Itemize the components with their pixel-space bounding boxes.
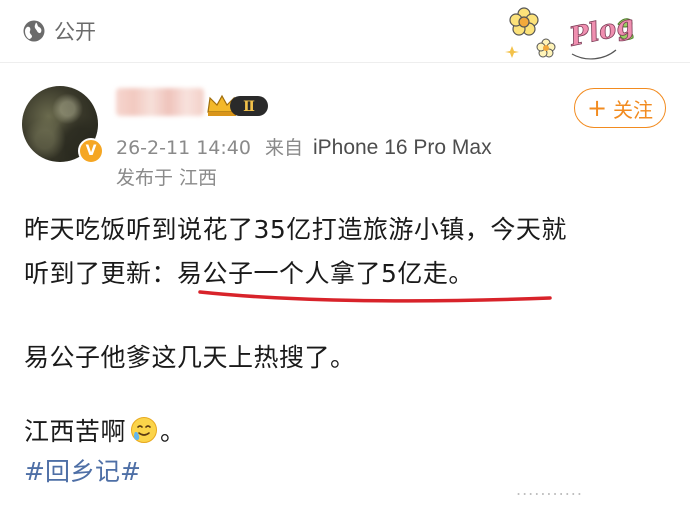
member-crown-badge: Ⅱ bbox=[207, 94, 268, 116]
red-underline-annotation bbox=[198, 290, 552, 303]
svg-text:Ⅱ: Ⅱ bbox=[243, 99, 255, 115]
watermark: ........... bbox=[516, 480, 583, 499]
post-meta: 26-2-11 14:40 来自 iPhone 16 Pro Max bbox=[116, 133, 492, 160]
visibility-indicator[interactable]: 公开 bbox=[22, 16, 96, 46]
hashtag-link[interactable]: #回乡记# bbox=[24, 452, 141, 488]
post-text-line-3: 易公子他爹这几天上热搜了。 bbox=[24, 343, 356, 372]
flower-icon bbox=[509, 7, 539, 36]
device-name[interactable]: iPhone 16 Pro Max bbox=[313, 136, 492, 159]
verified-badge: V bbox=[78, 138, 104, 164]
plog-sticker: Plog bbox=[505, 7, 637, 60]
visibility-label: 公开 bbox=[54, 20, 96, 44]
post-text-prefix: 听到了更新： bbox=[24, 259, 178, 288]
svg-text:Plog: Plog bbox=[566, 10, 637, 53]
post-timestamp: 26-2-11 14:40 bbox=[116, 137, 251, 159]
globe-icon bbox=[23, 20, 45, 42]
post-text-line-4-main: 江西苦啊 bbox=[24, 417, 127, 446]
header-divider bbox=[0, 62, 690, 63]
follow-button[interactable]: + 关注 bbox=[574, 88, 666, 128]
from-label: 来自 bbox=[264, 137, 303, 159]
plus-icon: + bbox=[586, 94, 608, 122]
username-redacted[interactable] bbox=[116, 88, 204, 116]
post-text-line-4: 江西苦啊 。 bbox=[24, 412, 186, 448]
tearful-smile-emoji-icon bbox=[131, 417, 158, 443]
post-location: 发布于 江西 bbox=[116, 167, 218, 189]
follow-label: 关注 bbox=[613, 97, 654, 122]
post-text-line-1: 昨天吃饭听到说花了35亿打造旅游小镇，今天就 bbox=[24, 215, 567, 244]
post-text-line-4-end: 。 bbox=[160, 417, 186, 446]
post-topbar: 公开 Plog bbox=[0, 0, 690, 62]
